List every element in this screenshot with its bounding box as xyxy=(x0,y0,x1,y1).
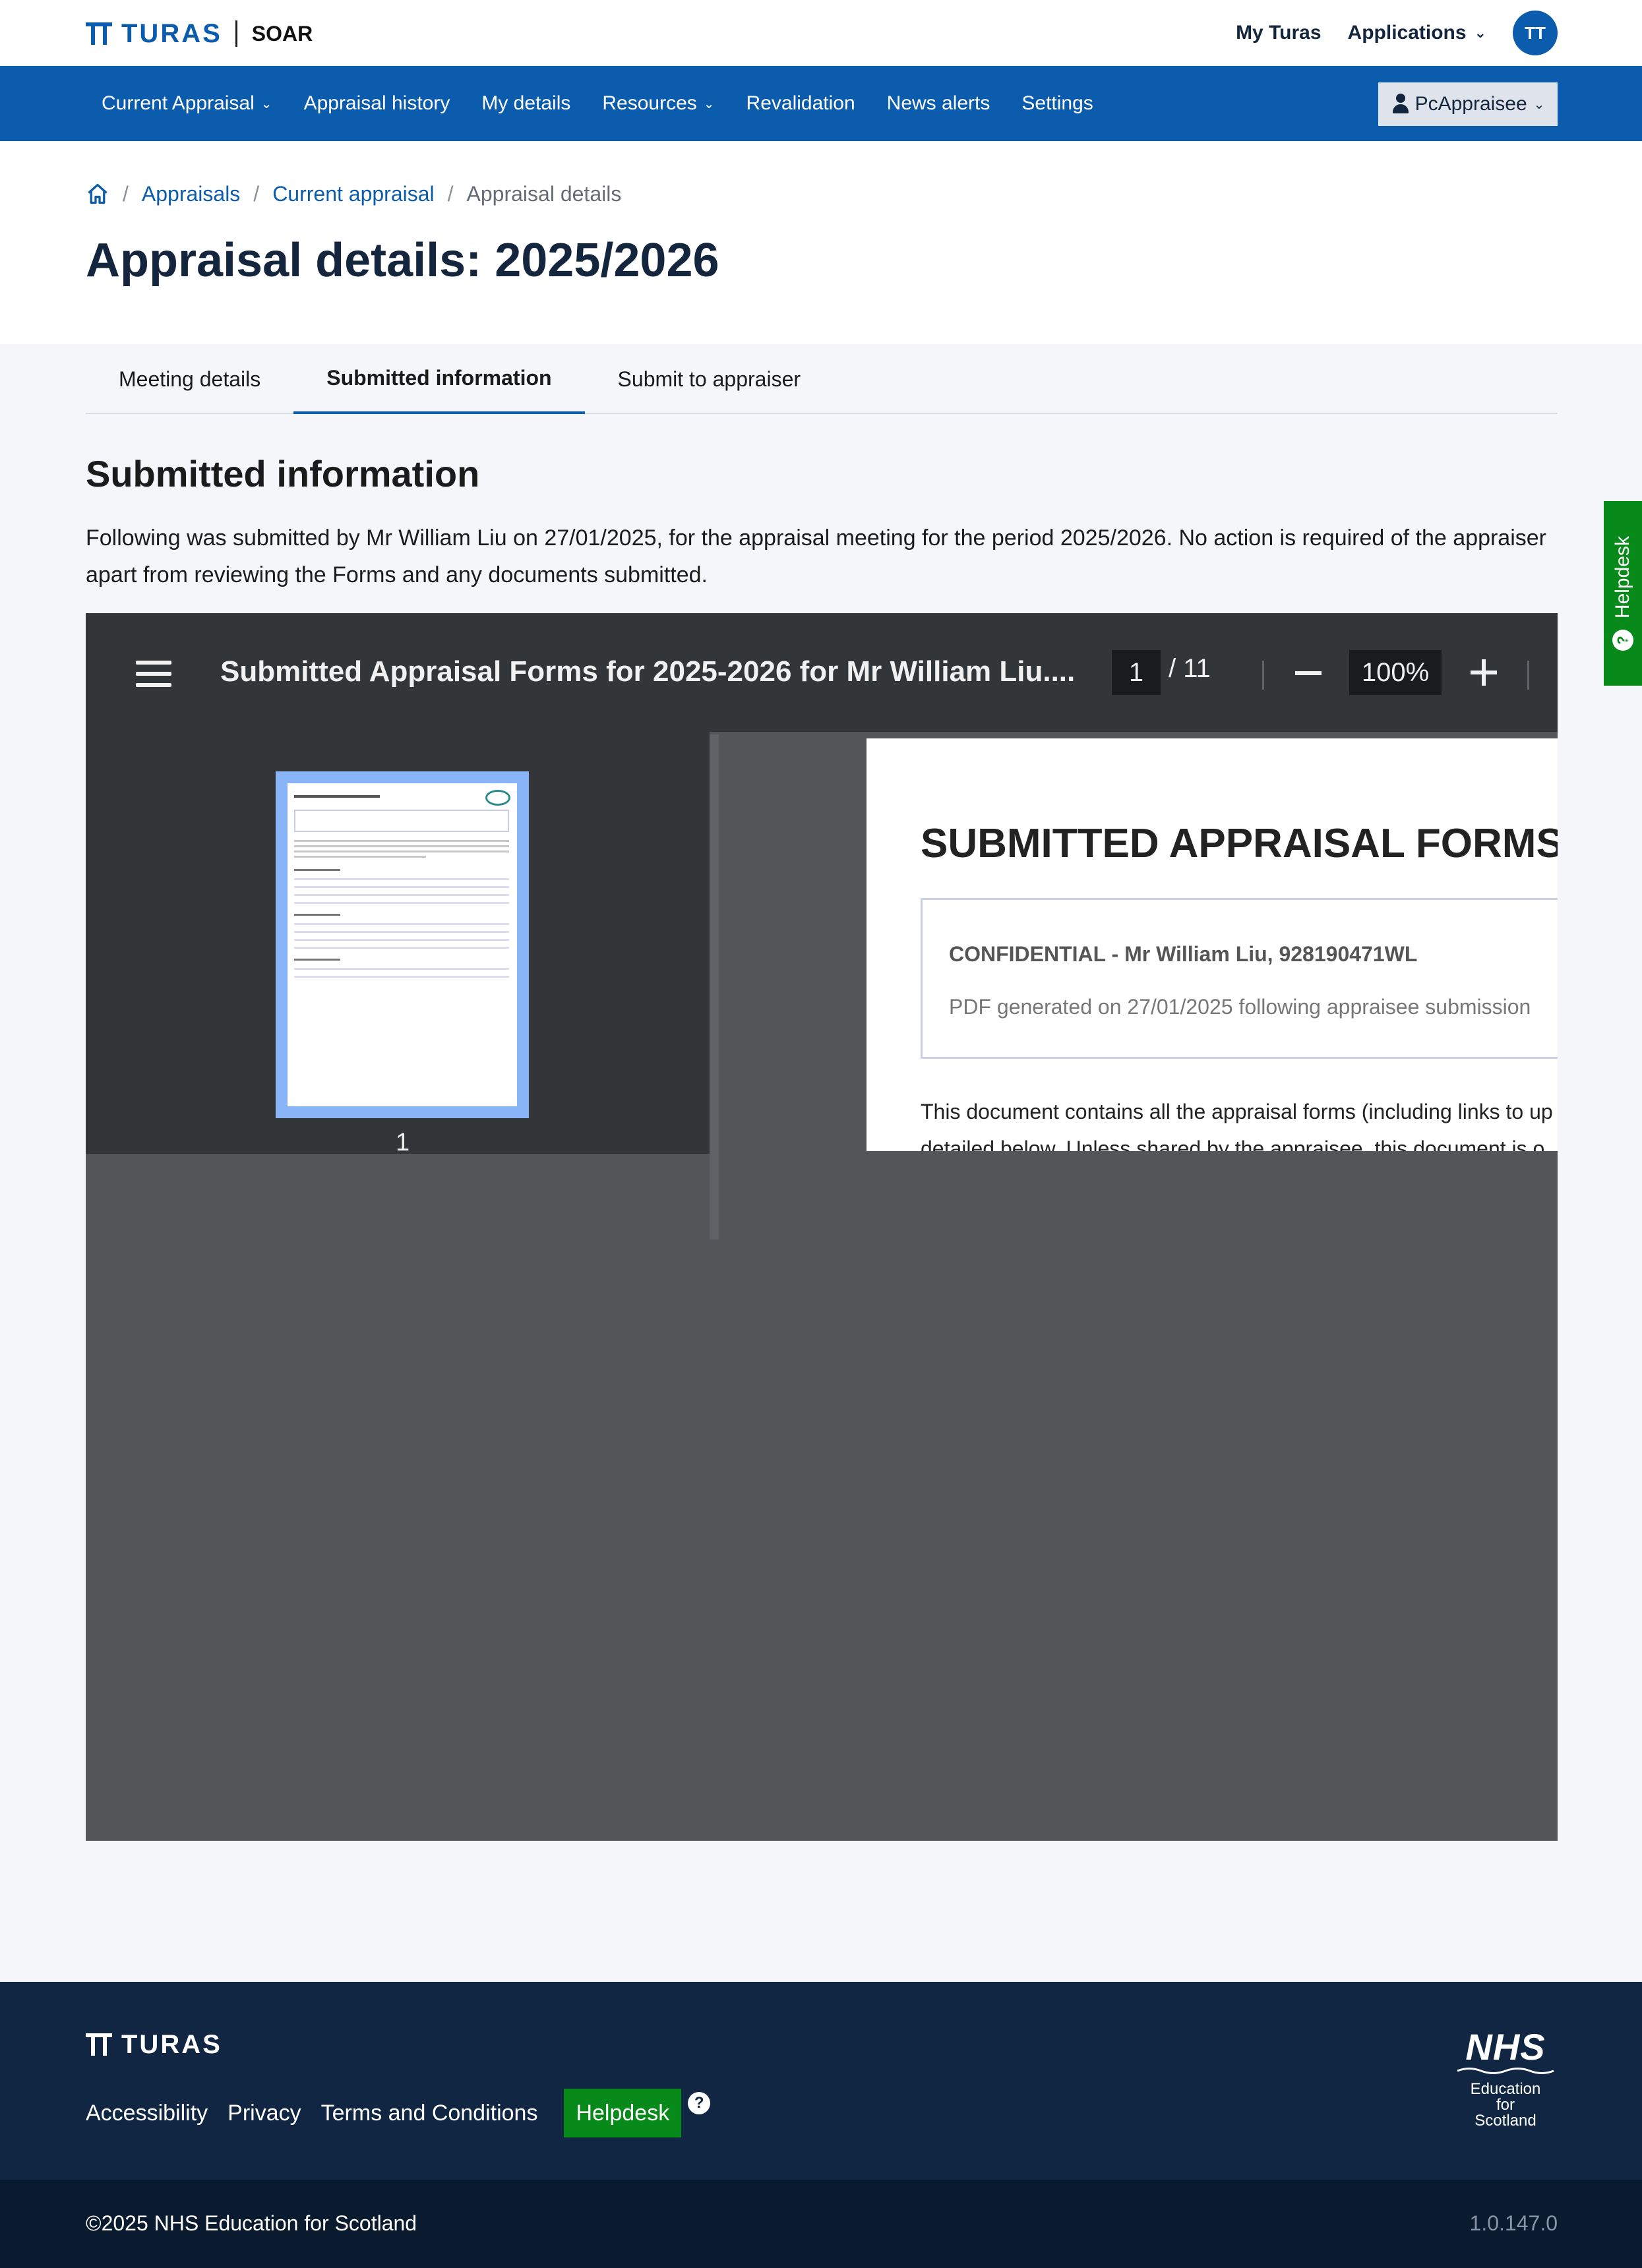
section-title: Submitted information xyxy=(86,453,480,494)
pdf-viewer[interactable]: Submitted Appraisal Forms for 2025-2026 … xyxy=(86,613,1558,1841)
nhs-logo-line: Scotland xyxy=(1475,2112,1536,2130)
menu-icon[interactable] xyxy=(136,661,171,687)
toolbar-divider xyxy=(1262,661,1264,690)
pdf-toolbar: Submitted Appraisal Forms for 2025-2026 … xyxy=(86,613,1558,732)
thumbnail-page-number: 1 xyxy=(396,1129,410,1156)
my-turas-link[interactable]: My Turas xyxy=(1236,22,1321,44)
zoom-out-icon[interactable] xyxy=(1295,671,1322,675)
footer-turas-logo[interactable]: TURAS xyxy=(86,2028,222,2061)
document-heading: SUBMITTED APPRAISAL FORMS xyxy=(921,821,1558,866)
footer-link-accessibility[interactable]: Accessibility xyxy=(86,2101,208,2126)
page-number-input[interactable]: 1 xyxy=(1112,650,1161,695)
breadcrumb: / Appraisals / Current appraisal / Appra… xyxy=(86,181,621,207)
page-total: / 11 xyxy=(1169,654,1211,683)
zoom-level-input[interactable]: 100% xyxy=(1349,650,1442,695)
user-avatar[interactable]: TT xyxy=(1513,11,1558,55)
footer-link-terms[interactable]: Terms and Conditions xyxy=(321,2101,538,2126)
chevron-down-icon: ⌄ xyxy=(703,96,715,111)
home-icon[interactable] xyxy=(86,182,109,206)
person-icon xyxy=(1391,94,1410,115)
chevron-down-icon: ⌄ xyxy=(1474,24,1486,41)
nav-news-alerts[interactable]: News alerts xyxy=(871,66,1006,141)
copyright-bar: ©2025 NHS Education for Scotland 1.0.147… xyxy=(0,2180,1642,2268)
tab-submitted-information[interactable]: Submitted information xyxy=(293,344,585,414)
copyright-text: ©2025 NHS Education for Scotland xyxy=(86,2211,417,2235)
top-right-nav: My Turas Applications ⌄ TT xyxy=(1236,9,1558,57)
thumbnail-page-preview xyxy=(288,783,517,1106)
footer: TURAS Accessibility Privacy Terms and Co… xyxy=(0,1982,1642,2180)
section-intro: Following was submitted by Mr William Li… xyxy=(86,525,1546,587)
document-paragraph-line: detailed below. Unless shared by the app… xyxy=(921,1137,1545,1151)
turas-soar-logo[interactable]: TURAS SOAR xyxy=(86,17,313,50)
turas-logo-icon xyxy=(86,2033,112,2056)
question-icon[interactable]: ? xyxy=(688,2092,711,2114)
page-title: Appraisal details: 2025/2026 xyxy=(86,234,719,287)
zoom-in-icon[interactable] xyxy=(1471,659,1497,686)
pdf-page: SUBMITTED APPRAISAL FORMS CONFIDENTIAL -… xyxy=(867,738,1558,1151)
tab-bar: Meeting details Submitted information Su… xyxy=(86,344,1558,414)
document-paragraph: This document contains all the appraisal… xyxy=(921,1093,1558,1151)
tab-submit-to-appraiser[interactable]: Submit to appraiser xyxy=(585,344,834,414)
brand-name: TURAS xyxy=(121,18,222,48)
nhs-logo-line: for xyxy=(1496,2096,1515,2114)
role-label: PcAppraisee xyxy=(1414,93,1527,115)
version-text: 1.0.147.0 xyxy=(1469,2211,1558,2235)
product-name: SOAR xyxy=(251,21,313,45)
breadcrumb-current-page: Appraisal details xyxy=(466,181,622,206)
thumbnail-pane: 1 xyxy=(86,732,710,1156)
page-header: / Appraisals / Current appraisal / Appra… xyxy=(0,141,1642,344)
nav-item-label: Current Appraisal xyxy=(102,92,255,114)
chevron-down-icon: ⌄ xyxy=(260,96,272,111)
nav-current-appraisal[interactable]: Current Appraisal ⌄ xyxy=(86,66,288,141)
toolbar-divider xyxy=(1527,661,1529,690)
top-bar: TURAS SOAR My Turas Applications ⌄ TT xyxy=(0,0,1642,66)
nhs-logo-text: NHS xyxy=(1465,2026,1546,2068)
thumbnail-scrollbar[interactable] xyxy=(710,734,719,1239)
nav-resources[interactable]: Resources ⌄ xyxy=(586,66,730,141)
nav-revalidation[interactable]: Revalidation xyxy=(731,66,871,141)
nav-item-label: Resources xyxy=(602,92,697,114)
chevron-down-icon: ⌄ xyxy=(1533,97,1545,112)
nav-my-details[interactable]: My details xyxy=(466,66,586,141)
breadcrumb-appraisals[interactable]: Appraisals xyxy=(142,182,240,206)
document-paragraph-line: This document contains all the appraisal… xyxy=(921,1100,1553,1123)
footer-helpdesk-button[interactable]: Helpdesk xyxy=(564,2089,682,2137)
breadcrumb-separator: / xyxy=(253,181,260,206)
nhs-wave-icon xyxy=(1457,2068,1554,2074)
breadcrumb-separator: / xyxy=(123,181,129,206)
helpdesk-side-tab[interactable]: Helpdesk ? xyxy=(1604,501,1642,686)
breadcrumb-separator: / xyxy=(447,181,454,206)
nhs-logo-line: Education xyxy=(1470,2080,1541,2098)
nhs-education-scotland-logo: NHS Education for Scotland xyxy=(1451,2028,1560,2140)
nav-appraisal-history[interactable]: Appraisal history xyxy=(288,66,466,141)
brand-divider xyxy=(235,20,237,47)
pdf-title: Submitted Appraisal Forms for 2025-2026 … xyxy=(220,655,1076,688)
footer-brand-name: TURAS xyxy=(121,2029,222,2059)
helpdesk-side-label: Helpdesk xyxy=(1612,536,1633,619)
footer-links: Accessibility Privacy Terms and Conditio… xyxy=(86,2089,711,2137)
main-nav: Current Appraisal ⌄ Appraisal history My… xyxy=(0,66,1642,141)
turas-logo-icon xyxy=(86,22,112,45)
generated-line: PDF generated on 27/01/2025 following ap… xyxy=(949,995,1531,1019)
applications-menu[interactable]: Applications ⌄ xyxy=(1348,22,1486,44)
applications-label: Applications xyxy=(1347,22,1467,44)
breadcrumb-current-appraisal[interactable]: Current appraisal xyxy=(272,182,434,206)
tab-meeting-details[interactable]: Meeting details xyxy=(86,344,293,414)
page-thumbnail-selected[interactable] xyxy=(276,771,529,1118)
role-switcher-button[interactable]: PcAppraisee ⌄ xyxy=(1378,82,1558,126)
nav-settings[interactable]: Settings xyxy=(1006,66,1109,141)
confidential-box: CONFIDENTIAL - Mr William Liu, 928190471… xyxy=(921,898,1558,1059)
footer-link-privacy[interactable]: Privacy xyxy=(228,2101,301,2126)
confidential-line: CONFIDENTIAL - Mr William Liu, 928190471… xyxy=(949,942,1418,966)
question-icon: ? xyxy=(1612,629,1633,651)
